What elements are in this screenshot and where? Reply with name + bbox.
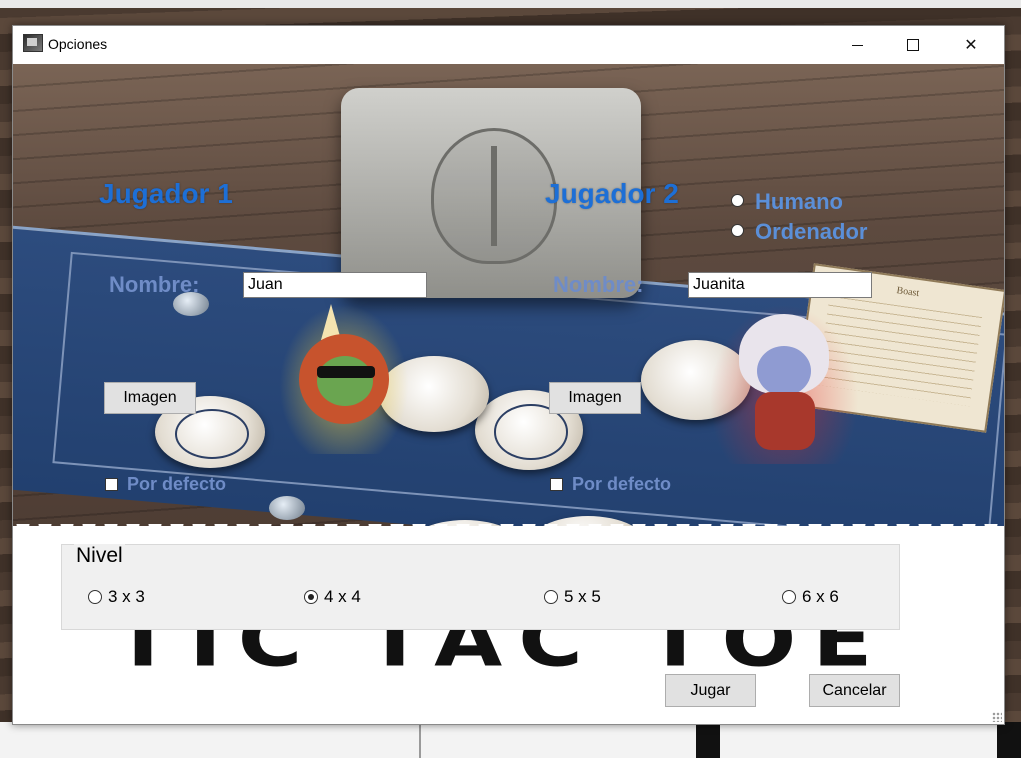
resize-grip[interactable]	[992, 712, 1002, 722]
player2-default-label: Por defecto	[572, 474, 672, 494]
player1-avatar	[279, 304, 409, 454]
player2-name-input[interactable]	[688, 272, 872, 298]
mode-computer-label: Ordenador	[755, 219, 868, 244]
level-legend: Nivel	[74, 544, 125, 568]
player1-image-button[interactable]: Imagen	[104, 382, 196, 414]
mode-human-label: Humano	[755, 189, 843, 214]
title-bar[interactable]: Opciones ✕	[13, 26, 1004, 64]
cancel-button[interactable]: Cancelar	[809, 674, 900, 707]
minimize-button[interactable]	[834, 26, 880, 64]
player2-title: Jugador 2	[545, 178, 679, 209]
level-3x3-label: 3 x 3	[108, 587, 145, 606]
maximize-icon	[907, 39, 919, 51]
player1-name-label: Nombre:	[109, 272, 200, 297]
sunglasses-icon	[317, 366, 375, 378]
torn-paper-edge	[13, 516, 1004, 536]
desktop-bottom-strip	[0, 722, 1021, 758]
player1-default-checkbox[interactable]	[105, 478, 118, 491]
close-icon: ✕	[964, 37, 978, 54]
player2-image-button[interactable]: Imagen	[549, 382, 641, 414]
level-6x6-label: 6 x 6	[802, 587, 839, 606]
crown-icon	[174, 408, 250, 460]
level-4x4-radio[interactable]: 4 x 4	[304, 587, 361, 607]
avatar-face	[757, 346, 811, 396]
radio-circle-selected	[304, 590, 318, 604]
radio-circle	[782, 590, 796, 604]
level-4x4-label: 4 x 4	[324, 587, 361, 606]
player2-name-label: Nombre:	[553, 272, 644, 297]
radio-circle	[88, 590, 102, 604]
avatar-face	[317, 356, 373, 406]
avatar-body	[755, 392, 815, 450]
minimize-icon	[851, 44, 863, 46]
options-dialog: Opciones ✕ Boast Jugador 1 Nombre: Juan …	[12, 25, 1005, 725]
level-groupbox: Nivel 3 x 3 4 x 4 5 x 5 6 x 6	[61, 544, 900, 630]
desktop-block	[696, 722, 720, 758]
player2-default-checkbox[interactable]	[550, 478, 563, 491]
level-6x6-radio[interactable]: 6 x 6	[782, 587, 839, 607]
radio-circle	[544, 590, 558, 604]
level-5x5-radio[interactable]: 5 x 5	[544, 587, 601, 607]
level-3x3-radio[interactable]: 3 x 3	[88, 587, 145, 607]
window-title: Opciones	[48, 36, 108, 52]
player1-name-input[interactable]	[243, 272, 427, 298]
sword-icon	[491, 146, 497, 246]
desktop-block	[997, 722, 1021, 758]
level-5x5-label: 5 x 5	[564, 587, 601, 606]
app-icon	[23, 34, 43, 52]
maximize-button[interactable]	[890, 26, 936, 64]
mode-human-radio[interactable]	[731, 194, 744, 207]
player1-default-label: Por defecto	[127, 474, 227, 494]
desktop-divider	[419, 722, 421, 758]
mode-computer-radio[interactable]	[731, 224, 744, 237]
sword-emblem	[431, 128, 557, 264]
player1-title: Jugador 1	[99, 178, 233, 209]
background-scene: Boast Jugador 1 Nombre: Imagen Por defec…	[13, 64, 1004, 534]
player2-avatar	[709, 304, 859, 464]
close-button[interactable]: ✕	[948, 26, 994, 64]
play-button[interactable]: Jugar	[665, 674, 756, 707]
